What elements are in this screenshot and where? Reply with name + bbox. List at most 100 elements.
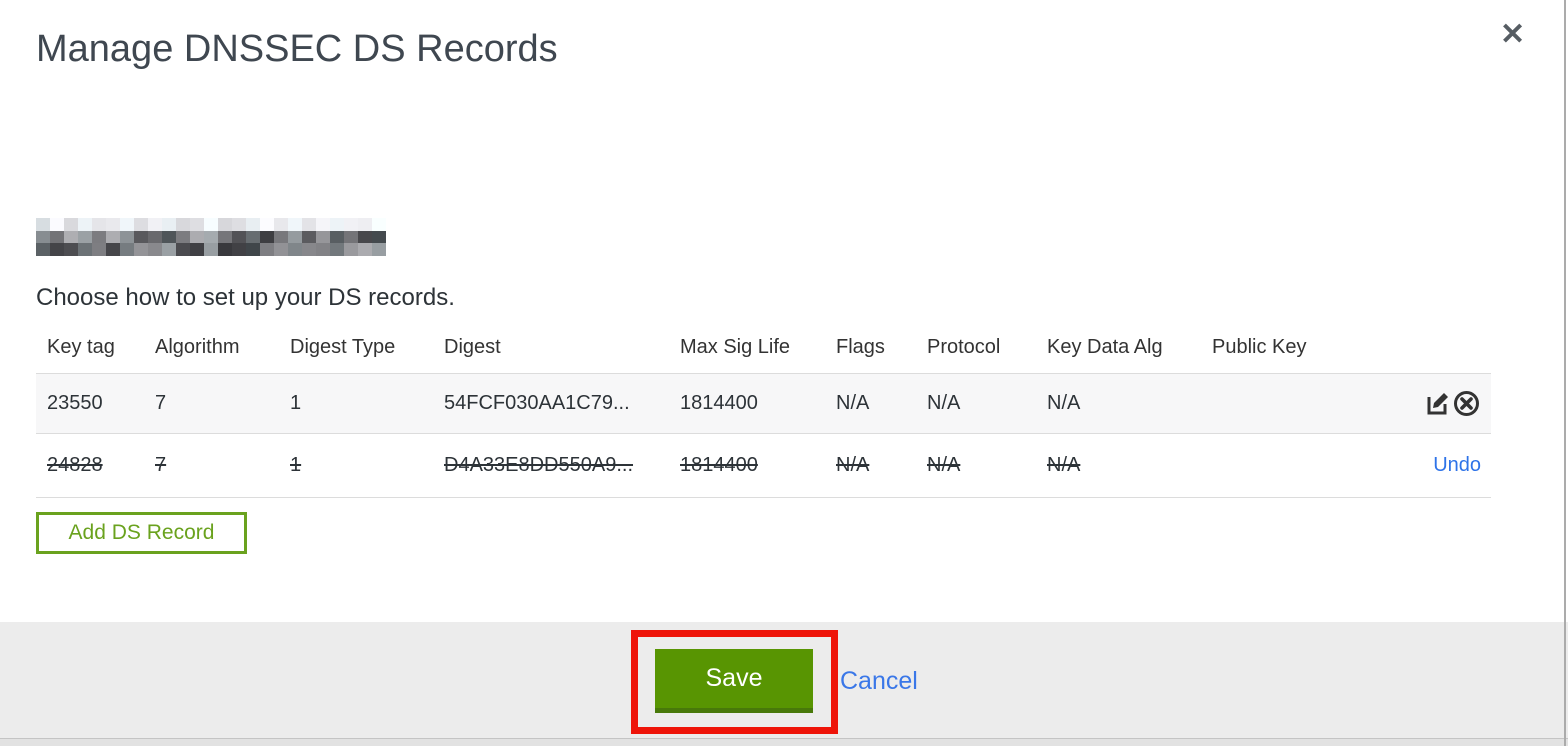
mosaic-pixel — [316, 230, 330, 244]
mosaic-pixel — [204, 243, 218, 256]
col-header-protocol: Protocol — [927, 336, 1001, 358]
undo-link[interactable]: Undo — [1433, 454, 1481, 476]
mosaic-pixel — [148, 218, 162, 231]
mosaic-pixel — [260, 218, 274, 231]
cell-key-data-alg: N/A — [1047, 392, 1081, 414]
col-header-flags: Flags — [836, 336, 885, 358]
cell-protocol: N/A — [927, 392, 961, 414]
col-header-digest-type: Digest Type — [290, 336, 396, 358]
modal-right-edge — [1564, 0, 1566, 746]
mosaic-pixel — [330, 218, 344, 231]
mosaic-pixel — [218, 218, 232, 231]
redacted-domain-name — [36, 218, 386, 256]
mosaic-pixel — [218, 243, 232, 256]
mosaic-pixel — [288, 243, 302, 256]
mosaic-pixel — [92, 243, 106, 256]
mosaic-pixel — [274, 230, 288, 244]
cell-max-sig-life: 1814400 — [680, 392, 758, 414]
mosaic-pixel — [190, 230, 204, 244]
save-button[interactable]: Save — [655, 649, 813, 713]
add-ds-record-button[interactable]: Add DS Record — [36, 512, 247, 554]
mosaic-pixel — [232, 243, 246, 256]
mosaic-pixel — [246, 243, 260, 256]
mosaic-pixel — [64, 243, 78, 256]
mosaic-pixel — [134, 218, 148, 231]
cell-flags: N/A — [836, 454, 870, 476]
mosaic-pixel — [302, 218, 316, 231]
mosaic-pixel — [302, 230, 316, 244]
mosaic-pixel — [218, 230, 232, 244]
mosaic-pixel — [274, 218, 288, 231]
mosaic-pixel — [162, 243, 176, 256]
mosaic-pixel — [106, 243, 120, 256]
mosaic-pixel — [36, 218, 50, 231]
mosaic-pixel — [344, 243, 358, 256]
mosaic-pixel — [274, 243, 288, 256]
cell-public-key — [1212, 374, 1352, 434]
cell-algorithm: 7 — [155, 454, 167, 476]
cell-key-data-alg: N/A — [1047, 454, 1081, 476]
mosaic-pixel — [134, 243, 148, 256]
cell-key-tag: 23550 — [47, 392, 103, 414]
mosaic-pixel — [78, 243, 92, 256]
cell-digest: 54FCF030AA1C79... — [444, 392, 630, 414]
mosaic-pixel — [148, 230, 162, 244]
mosaic-pixel — [204, 230, 218, 244]
cell-key-tag: 24828 — [47, 454, 103, 476]
mosaic-pixel — [344, 230, 358, 244]
mosaic-pixel — [176, 218, 190, 231]
cell-digest-type: 1 — [290, 454, 302, 476]
dialog-subtitle: Choose how to set up your DS records. — [36, 284, 455, 311]
mosaic-pixel — [372, 243, 386, 256]
mosaic-pixel — [162, 218, 176, 231]
mosaic-pixel — [260, 230, 274, 244]
mosaic-pixel — [316, 218, 330, 231]
mosaic-pixel — [134, 230, 148, 244]
mosaic-pixel — [64, 230, 78, 244]
mosaic-pixel — [372, 218, 386, 231]
close-icon[interactable]: ✕ — [1500, 20, 1525, 50]
mosaic-pixel — [302, 243, 316, 256]
mosaic-pixel — [288, 218, 302, 231]
mosaic-pixel — [78, 230, 92, 244]
mosaic-pixel — [358, 218, 372, 231]
mosaic-pixel — [246, 218, 260, 231]
mosaic-pixel — [148, 243, 162, 256]
edit-record-icon[interactable] — [1425, 390, 1452, 417]
mosaic-pixel — [260, 243, 274, 256]
col-header-actions — [1352, 326, 1491, 374]
cancel-link[interactable]: Cancel — [840, 667, 918, 696]
table-header-row: Key tag Algorithm Digest Type Digest Max… — [36, 326, 1491, 374]
col-header-public-key: Public Key — [1212, 336, 1307, 358]
mosaic-pixel — [246, 230, 260, 244]
mosaic-pixel — [232, 218, 246, 231]
mosaic-pixel — [106, 218, 120, 231]
cell-algorithm: 7 — [155, 392, 167, 414]
table-row-current: 23550 7 1 54FCF030AA1C79... 1814400 N/A … — [36, 373, 1491, 434]
delete-record-icon[interactable] — [1452, 389, 1481, 418]
col-header-algorithm: Algorithm — [155, 336, 240, 358]
mosaic-pixel — [190, 218, 204, 231]
manage-dnssec-dialog: Manage DNSSEC DS Records ✕ Choose how to… — [0, 0, 1568, 746]
cell-flags: N/A — [836, 392, 870, 414]
mosaic-pixel — [358, 243, 372, 256]
mosaic-pixel — [232, 230, 246, 244]
col-header-key-data-alg: Key Data Alg — [1047, 336, 1163, 358]
row-actions — [1352, 374, 1491, 434]
mosaic-pixel — [176, 230, 190, 244]
table-row-deleted: 24828 7 1 D4A33E8DD550A9... 1814400 N/A … — [36, 433, 1491, 498]
cell-digest-type: 1 — [290, 392, 302, 414]
mosaic-pixel — [36, 243, 50, 256]
ds-records-table: Key tag Algorithm Digest Type Digest Max… — [36, 326, 1491, 498]
mosaic-pixel — [358, 230, 372, 244]
cell-max-sig-life: 1814400 — [680, 454, 758, 476]
col-header-digest: Digest — [444, 336, 501, 358]
mosaic-pixel — [120, 243, 134, 256]
mosaic-pixel — [78, 218, 92, 231]
mosaic-pixel — [330, 230, 344, 244]
mosaic-pixel — [50, 218, 64, 231]
mosaic-pixel — [316, 243, 330, 256]
col-header-key-tag: Key tag — [47, 336, 115, 358]
mosaic-pixel — [120, 230, 134, 244]
mosaic-pixel — [36, 230, 50, 244]
